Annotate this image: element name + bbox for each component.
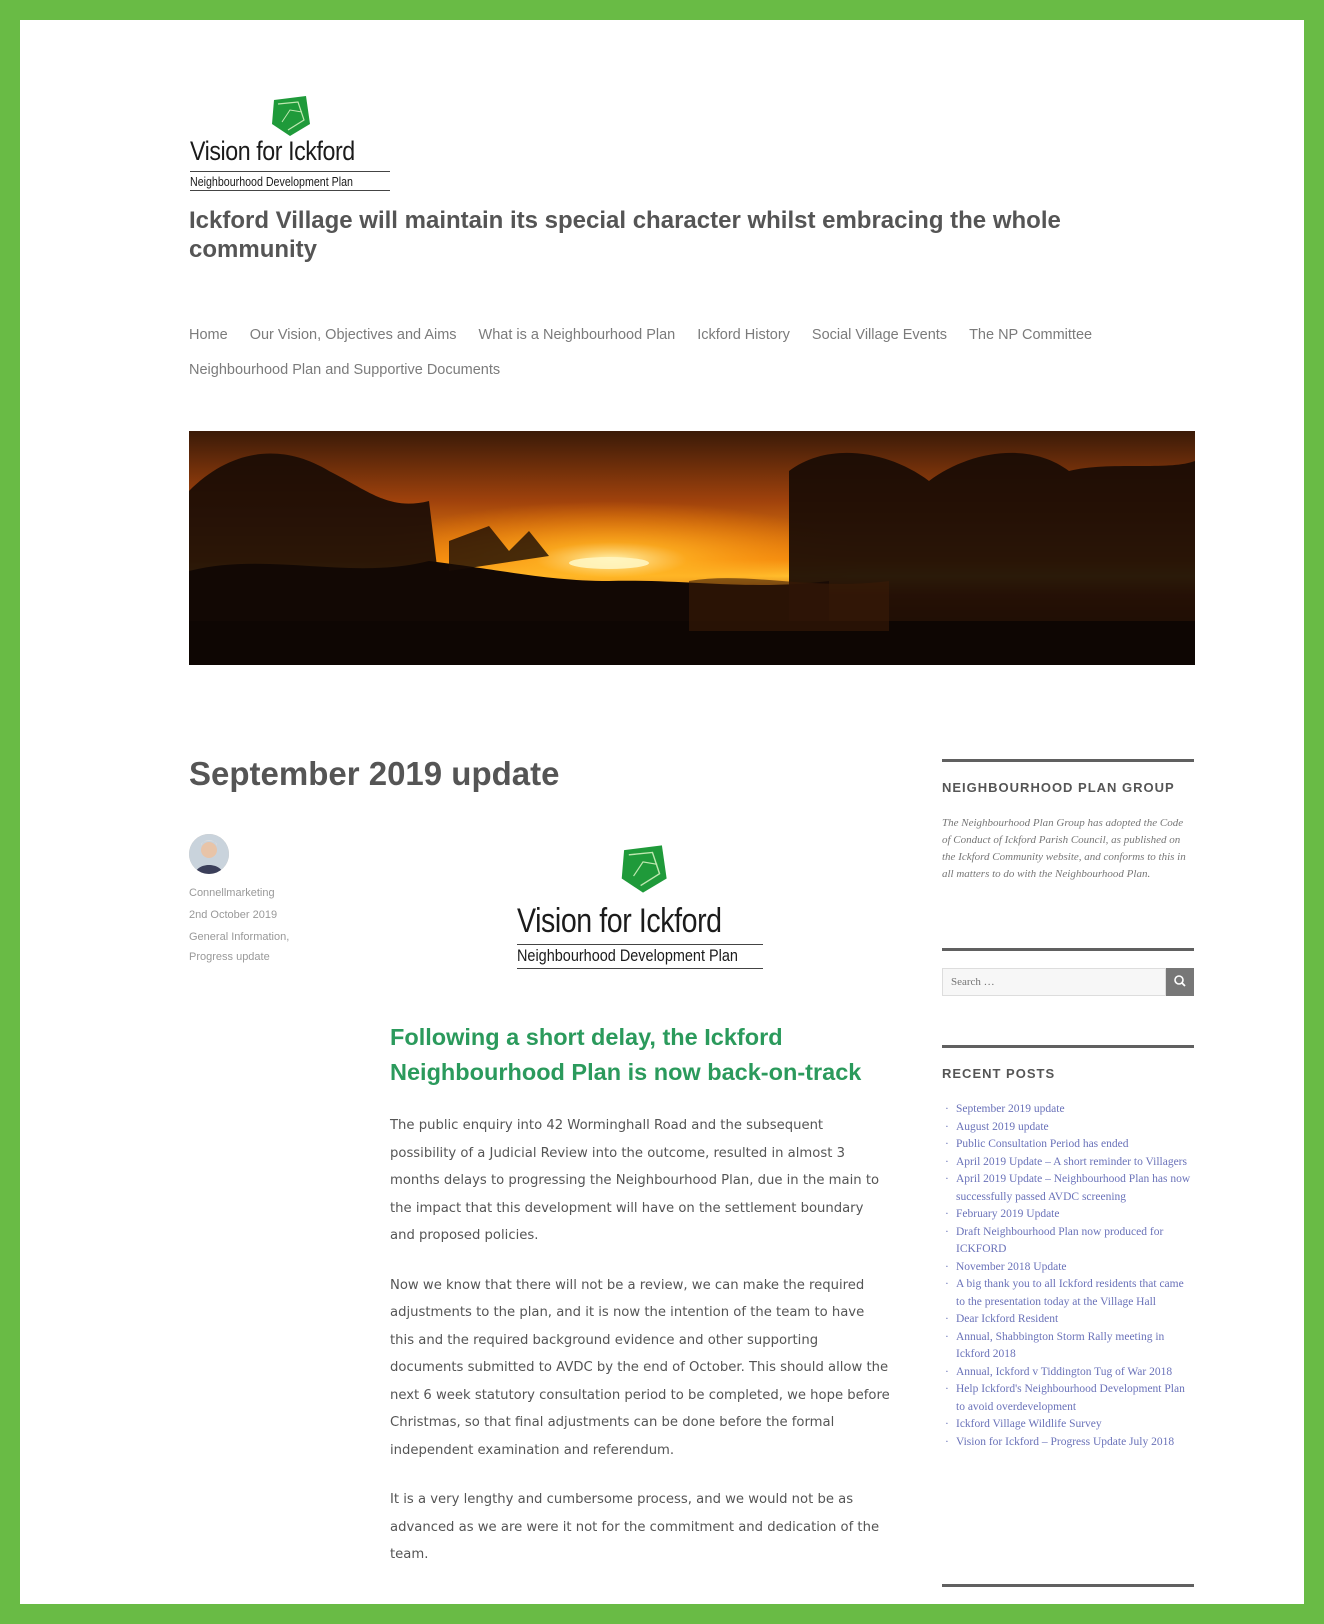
widget-heading: NEIGHBOURHOOD PLAN GROUP xyxy=(942,780,1175,795)
search-button[interactable] xyxy=(1166,968,1194,996)
content-logo-title: Vision for Ickford xyxy=(517,902,722,940)
logo-leaf-icon xyxy=(621,845,667,893)
post-body: The public enquiry into 42 Worminghall R… xyxy=(390,1112,890,1591)
recent-post-link[interactable]: Draft Neighbourhood Plan now produced fo… xyxy=(942,1224,1194,1259)
widget-heading: RECENT POSTS xyxy=(942,1066,1056,1081)
nav-item-what-is-plan[interactable]: What is a Neighbourhood Plan xyxy=(479,327,676,343)
search-input[interactable] xyxy=(942,968,1166,996)
widget-divider xyxy=(942,1045,1194,1048)
post-meta: Connellmarketing 2nd October 2019 Genera… xyxy=(189,882,329,966)
sidebar-widget-group: NEIGHBOURHOOD PLAN GROUP The Neighbourho… xyxy=(942,759,1194,883)
post-paragraph: Now we know that there will not be a rev… xyxy=(390,1277,890,1458)
logo-subtitle: Neighbourhood Development Plan xyxy=(190,174,353,189)
recent-post-link[interactable]: November 2018 Update xyxy=(942,1259,1194,1277)
recent-post-link[interactable]: Ickford Village Wildlife Survey xyxy=(942,1416,1194,1434)
search-icon xyxy=(1174,975,1186,987)
post-paragraph: It is a very lengthy and cumbersome proc… xyxy=(390,1492,880,1562)
recent-post-link[interactable]: September 2019 update xyxy=(942,1101,1194,1119)
site-tagline: Ickford Village will maintain its specia… xyxy=(189,207,1061,263)
post-subheading: Following a short delay, the Ickford Nei… xyxy=(390,1024,862,1085)
recent-posts-list: September 2019 update August 2019 update… xyxy=(942,1101,1194,1451)
logo-divider xyxy=(190,190,390,191)
widget-divider xyxy=(942,948,1194,951)
post-category-link[interactable]: Progress update xyxy=(189,948,329,966)
widget-text: The Neighbourhood Plan Group has adopted… xyxy=(942,817,1186,880)
post-date-link[interactable]: 2nd October 2019 xyxy=(189,904,329,926)
recent-post-link[interactable]: Annual, Shabbington Storm Rally meeting … xyxy=(942,1329,1194,1364)
logo-title: Vision for Ickford xyxy=(190,136,355,166)
nav-item-events[interactable]: Social Village Events xyxy=(812,327,947,343)
recent-post-link[interactable]: February 2019 Update xyxy=(942,1206,1194,1224)
recent-post-link[interactable]: Dear Ickford Resident xyxy=(942,1311,1194,1329)
recent-post-link[interactable]: Public Consultation Period has ended xyxy=(942,1136,1194,1154)
nav-item-committee[interactable]: The NP Committee xyxy=(969,327,1092,343)
header-image xyxy=(189,431,1195,665)
post-author-link[interactable]: Connellmarketing xyxy=(189,882,329,904)
content-logo-image: Vision for Ickford Neighbourhood Develop… xyxy=(517,842,767,972)
post-paragraph: The public enquiry into 42 Worminghall R… xyxy=(390,1118,880,1243)
page-frame: Vision for Ickford Neighbourhood Develop… xyxy=(0,0,1324,1624)
logo-divider xyxy=(517,944,763,945)
widget-divider xyxy=(942,759,1194,762)
logo-divider xyxy=(190,171,390,172)
recent-post-link[interactable]: Vision for Ickford – Progress Update Jul… xyxy=(942,1434,1194,1452)
nav-item-home[interactable]: Home xyxy=(189,327,228,343)
recent-post-link[interactable]: Help Ickford's Neighbourhood Development… xyxy=(942,1381,1194,1416)
search-form xyxy=(942,968,1194,996)
recent-post-link[interactable]: A big thank you to all Ickford residents… xyxy=(942,1276,1194,1311)
nav-item-history[interactable]: Ickford History xyxy=(697,327,790,343)
recent-post-link[interactable]: April 2019 Update – Neighbourhood Plan h… xyxy=(942,1171,1194,1206)
site-logo[interactable]: Vision for Ickford Neighbourhood Develop… xyxy=(190,90,390,191)
widget-divider xyxy=(942,1584,1194,1587)
post-category-link[interactable]: General Information, xyxy=(189,928,329,946)
logo-divider xyxy=(517,968,763,969)
main-navigation: Home Our Vision, Objectives and Aims Wha… xyxy=(189,317,1169,387)
content-logo-subtitle: Neighbourhood Development Plan xyxy=(517,946,738,965)
author-avatar[interactable] xyxy=(189,834,229,874)
recent-posts-widget: RECENT POSTS September 2019 update Augus… xyxy=(942,1045,1194,1451)
recent-post-link[interactable]: April 2019 Update – A short reminder to … xyxy=(942,1154,1194,1172)
recent-post-link[interactable]: Annual, Ickford v Tiddington Tug of War … xyxy=(942,1364,1194,1382)
recent-post-link[interactable]: August 2019 update xyxy=(942,1119,1194,1137)
post-title: September 2019 update xyxy=(189,755,560,792)
nav-item-vision[interactable]: Our Vision, Objectives and Aims xyxy=(250,327,457,343)
nav-item-documents[interactable]: Neighbourhood Plan and Supportive Docume… xyxy=(189,362,500,378)
logo-leaf-icon xyxy=(272,96,310,136)
